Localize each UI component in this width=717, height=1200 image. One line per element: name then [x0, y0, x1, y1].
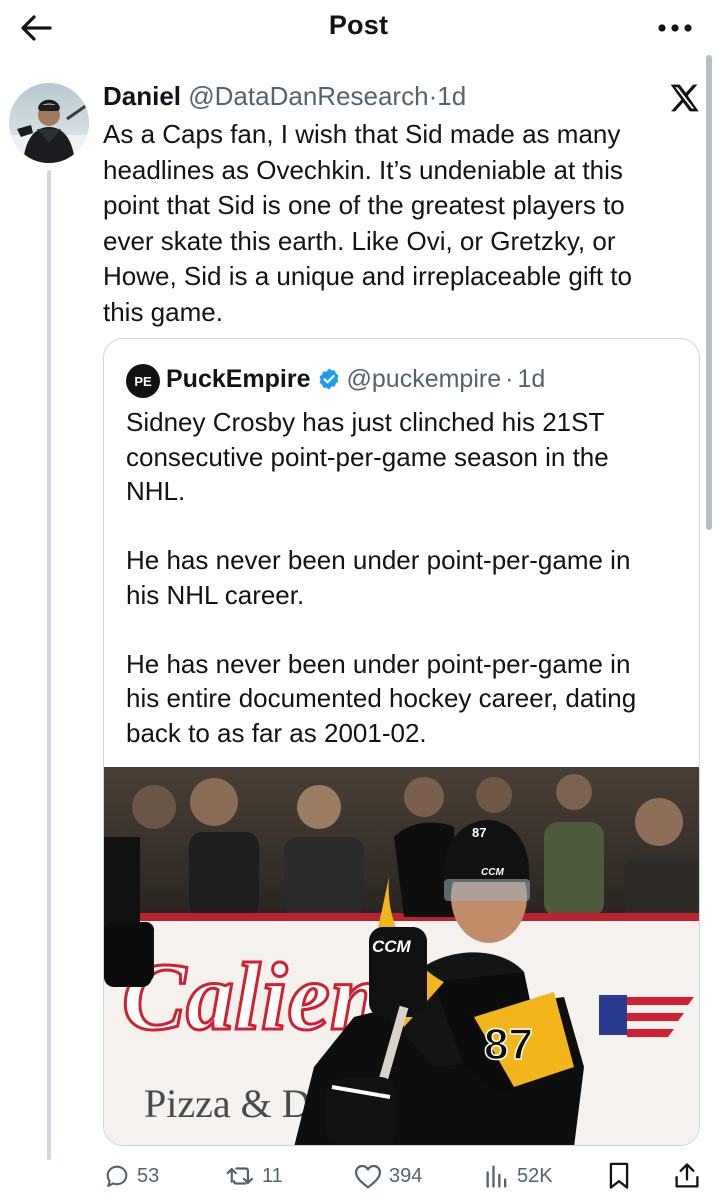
- quoted-author-handle[interactable]: @puckempire: [347, 363, 502, 395]
- scrollbar[interactable]: [706, 55, 712, 530]
- heart-icon: [355, 1164, 381, 1189]
- quoted-avatar[interactable]: PE: [126, 364, 160, 398]
- x-logo-icon: [670, 84, 699, 112]
- board-sign-subtext: Pizza & Dr: [144, 1081, 324, 1126]
- more-horizontal-icon: [658, 24, 692, 32]
- author-handle[interactable]: @DataDanResearch: [188, 81, 428, 111]
- thread-line: [47, 170, 51, 1160]
- share-icon: [675, 1163, 699, 1188]
- bookmark-icon: [609, 1162, 629, 1189]
- page-title: Post: [328, 10, 389, 40]
- jersey-number: 87: [484, 1020, 533, 1069]
- helmet-brand: CCM: [481, 867, 504, 878]
- avatar[interactable]: [9, 83, 89, 163]
- puckempire-logo-icon: PE: [134, 374, 152, 389]
- views-count: 52K: [517, 1164, 553, 1187]
- quoted-post-image[interactable]: Calien Pizza & Dr 87 87 CCM CCM: [104, 767, 699, 1145]
- post-time[interactable]: 1d: [437, 81, 466, 111]
- bookmark-button[interactable]: [606, 1158, 632, 1194]
- avatar-image: [9, 83, 89, 163]
- quoted-avatar-text: PE: [134, 374, 152, 389]
- post-header: Daniel @DataDanResearch·1d: [103, 80, 466, 112]
- glove-brand: CCM: [372, 937, 412, 956]
- reply-count: 53: [137, 1164, 160, 1187]
- action-bar: 53 11 394 52K: [103, 1158, 703, 1198]
- separator-dot: ·: [428, 81, 438, 111]
- views-button[interactable]: 52K: [483, 1158, 553, 1194]
- like-button[interactable]: 394: [353, 1158, 422, 1194]
- repost-count: 11: [262, 1164, 283, 1187]
- quoted-post-time[interactable]: 1d: [517, 363, 545, 395]
- post-text: As a Caps fan, I wish that Sid made as m…: [103, 119, 632, 327]
- reply-button[interactable]: 53: [103, 1158, 159, 1194]
- verified-badge-icon: [317, 367, 341, 391]
- share-button[interactable]: [673, 1158, 701, 1194]
- author-name[interactable]: Daniel: [103, 81, 181, 111]
- quoted-separator-dot: ·: [505, 365, 514, 393]
- reply-icon: [106, 1165, 128, 1187]
- repost-button[interactable]: 11: [226, 1158, 283, 1194]
- top-bar: Post: [0, 0, 717, 56]
- quoted-post-text: Sidney Crosby has just clinched his 21ST…: [126, 407, 637, 748]
- quoted-post-header: PuckEmpire @puckempire · 1d: [166, 363, 545, 395]
- quoted-post-card[interactable]: PE PuckEmpire @puckempire · 1d Sidney Cros…: [103, 338, 700, 1146]
- repost-icon: [226, 1167, 254, 1185]
- hockey-player-photo: Calien Pizza & Dr 87 87 CCM CCM: [104, 767, 699, 1145]
- more-button[interactable]: [653, 8, 697, 48]
- quoted-author-name[interactable]: PuckEmpire: [166, 363, 311, 395]
- analytics-icon: [486, 1165, 507, 1188]
- helmet-number: 87: [472, 825, 486, 840]
- like-count: 394: [389, 1164, 423, 1187]
